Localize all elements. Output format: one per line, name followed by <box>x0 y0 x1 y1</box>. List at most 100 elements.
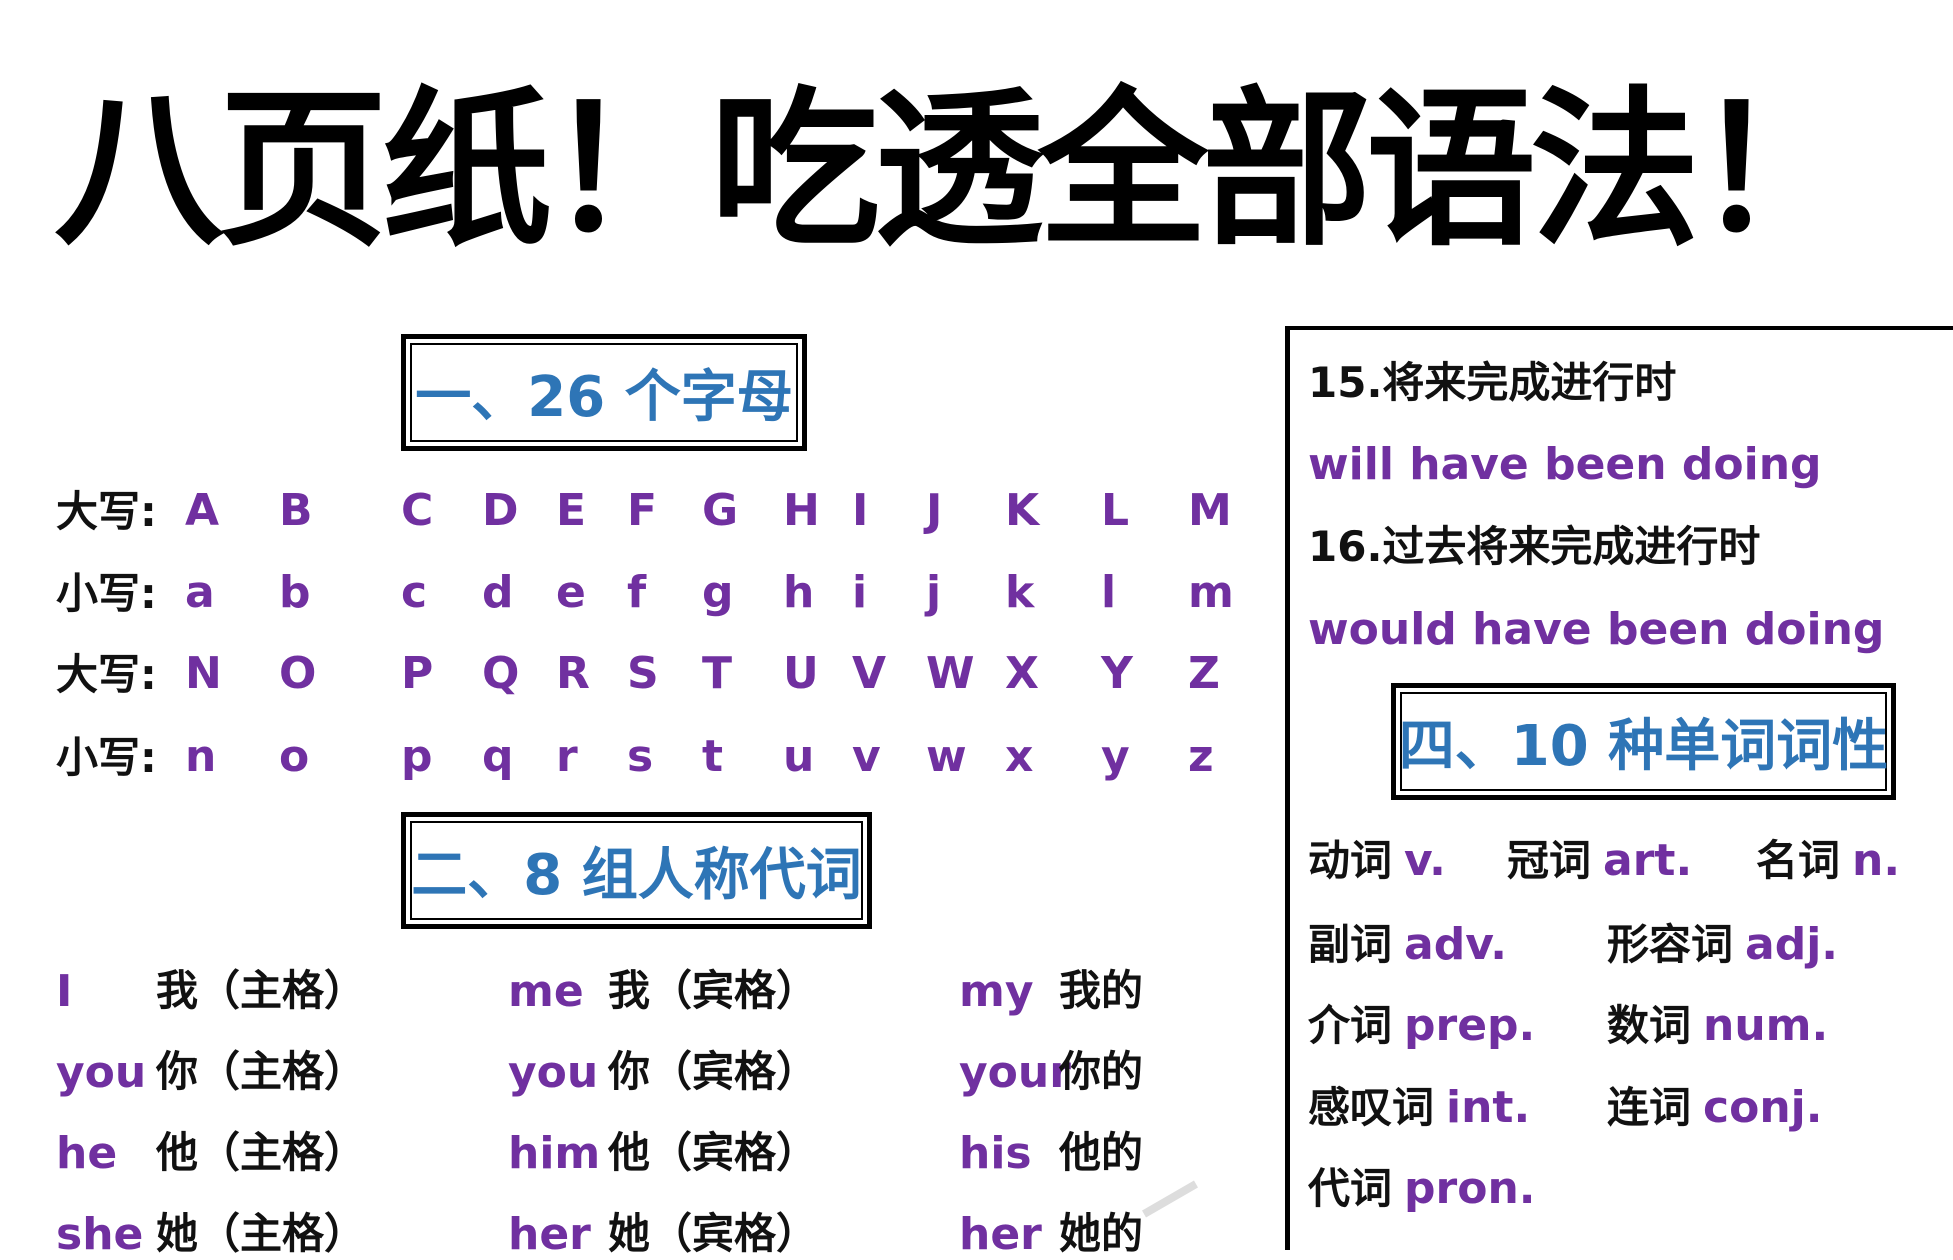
letter: C <box>401 485 434 536</box>
letter: I <box>852 485 869 536</box>
row-label: 小写: <box>56 569 157 618</box>
letter: i <box>852 567 868 618</box>
tense-16-form: would have been doing <box>1308 604 1885 655</box>
pos-cn: 代词 <box>1308 1164 1393 1213</box>
pos-cn: 副词 <box>1308 920 1393 969</box>
pronoun-subj: he <box>56 1128 118 1179</box>
letter: A <box>185 485 220 536</box>
letter: c <box>401 567 428 618</box>
pronoun-poss: my <box>959 966 1034 1017</box>
section2-heading: 二、8 组人称代词 <box>411 843 862 908</box>
letter: w <box>926 731 967 782</box>
pos-cn: 冠词 <box>1507 836 1592 885</box>
part-of-speech-item: 名词 n. <box>1756 839 1900 883</box>
letter: M <box>1188 485 1232 536</box>
pronoun-poss-cn: 我的 <box>1059 966 1144 1015</box>
letter: O <box>279 648 317 699</box>
letter: p <box>401 731 433 782</box>
letter: P <box>401 648 434 699</box>
pronoun-obj: her <box>508 1209 591 1260</box>
pronoun-obj-cn: 我（宾格） <box>608 966 819 1015</box>
letter: S <box>627 648 659 699</box>
letter: L <box>1101 485 1130 536</box>
part-of-speech-item: 介词 prep. <box>1308 1004 1535 1048</box>
section1-heading-box: 一、26 个字母 <box>401 334 807 451</box>
letter: o <box>279 731 310 782</box>
letter: u <box>783 731 815 782</box>
letter: Y <box>1101 648 1133 699</box>
part-of-speech-item: 感叹词 int. <box>1308 1086 1530 1130</box>
pos-abbr: num. <box>1703 1000 1829 1051</box>
pronoun-obj-cn: 你（宾格） <box>608 1047 819 1096</box>
letter: H <box>783 485 820 536</box>
letter: t <box>702 731 724 782</box>
part-of-speech-item: 冠词 art. <box>1507 839 1692 883</box>
part-of-speech-item: 形容词 adj. <box>1607 923 1838 967</box>
letter: d <box>482 567 514 618</box>
pos-abbr: n. <box>1852 835 1901 886</box>
letter: j <box>926 567 942 618</box>
pos-cn: 形容词 <box>1607 920 1734 969</box>
letter: F <box>627 485 658 536</box>
pronoun-obj: him <box>508 1128 601 1179</box>
row-label: 大写: <box>56 650 157 699</box>
letter: W <box>926 648 975 699</box>
letter: n <box>185 731 217 782</box>
pos-cn: 数词 <box>1607 1001 1692 1050</box>
letter: N <box>185 648 222 699</box>
pronoun-subj: you <box>56 1047 147 1098</box>
pos-abbr: prep. <box>1404 1000 1536 1051</box>
pronoun-poss-cn: 他的 <box>1059 1128 1144 1177</box>
pos-abbr: conj. <box>1703 1082 1823 1133</box>
letter: m <box>1188 567 1234 618</box>
pos-abbr: adj. <box>1745 919 1838 970</box>
section1-heading: 一、26 个字母 <box>415 365 793 430</box>
letter: f <box>627 567 647 618</box>
part-of-speech-item: 动词 v. <box>1308 839 1446 883</box>
letter: T <box>702 648 733 699</box>
letter: a <box>185 567 215 618</box>
letter: U <box>783 648 819 699</box>
letter: G <box>702 485 739 536</box>
page-title: 八页纸！吃透全部语法！ <box>54 72 1864 270</box>
tense-16-name: 16.过去将来完成进行时 <box>1308 522 1761 571</box>
letter: q <box>482 731 514 782</box>
letter: h <box>783 567 815 618</box>
pronoun-obj: me <box>508 966 584 1017</box>
letter: y <box>1101 731 1130 782</box>
pronoun-poss: your <box>959 1047 1071 1098</box>
pronoun-subj: she <box>56 1209 144 1260</box>
letter: V <box>852 648 887 699</box>
pos-abbr: art. <box>1603 835 1693 886</box>
letter: v <box>852 731 881 782</box>
letter: e <box>556 567 586 618</box>
letter: E <box>556 485 587 536</box>
pronoun-poss-cn: 她的 <box>1059 1209 1144 1258</box>
pos-cn: 连词 <box>1607 1083 1692 1132</box>
row-label: 小写: <box>56 733 157 782</box>
pos-abbr: int. <box>1446 1082 1531 1133</box>
pronoun-subj-cn: 他（主格） <box>156 1128 367 1177</box>
pos-abbr: v. <box>1404 835 1446 886</box>
part-of-speech-item: 数词 num. <box>1607 1004 1828 1048</box>
letter: Q <box>482 648 520 699</box>
pos-cn: 动词 <box>1308 836 1393 885</box>
letter: B <box>279 485 313 536</box>
row-label: 大写: <box>56 487 157 536</box>
pronoun-obj-cn: 他（宾格） <box>608 1128 819 1177</box>
letter: K <box>1005 485 1040 536</box>
pos-cn: 名词 <box>1756 836 1841 885</box>
pronoun-subj-cn: 你（主格） <box>156 1047 367 1096</box>
part-of-speech-item: 副词 adv. <box>1308 923 1507 967</box>
part-of-speech-item: 连词 conj. <box>1607 1086 1822 1130</box>
pos-cn: 介词 <box>1308 1001 1393 1050</box>
section4-heading: 四、10 种单词词性 <box>1398 714 1889 779</box>
section2-heading-box: 二、8 组人称代词 <box>401 812 872 929</box>
letter: X <box>1005 648 1039 699</box>
pronoun-poss: his <box>959 1128 1032 1179</box>
pos-cn: 感叹词 <box>1308 1083 1435 1132</box>
pos-abbr: pron. <box>1404 1163 1536 1214</box>
pronoun-subj-cn: 她（主格） <box>156 1209 367 1258</box>
tense-15-name: 15.将来完成进行时 <box>1308 358 1677 407</box>
letter: Z <box>1188 648 1220 699</box>
